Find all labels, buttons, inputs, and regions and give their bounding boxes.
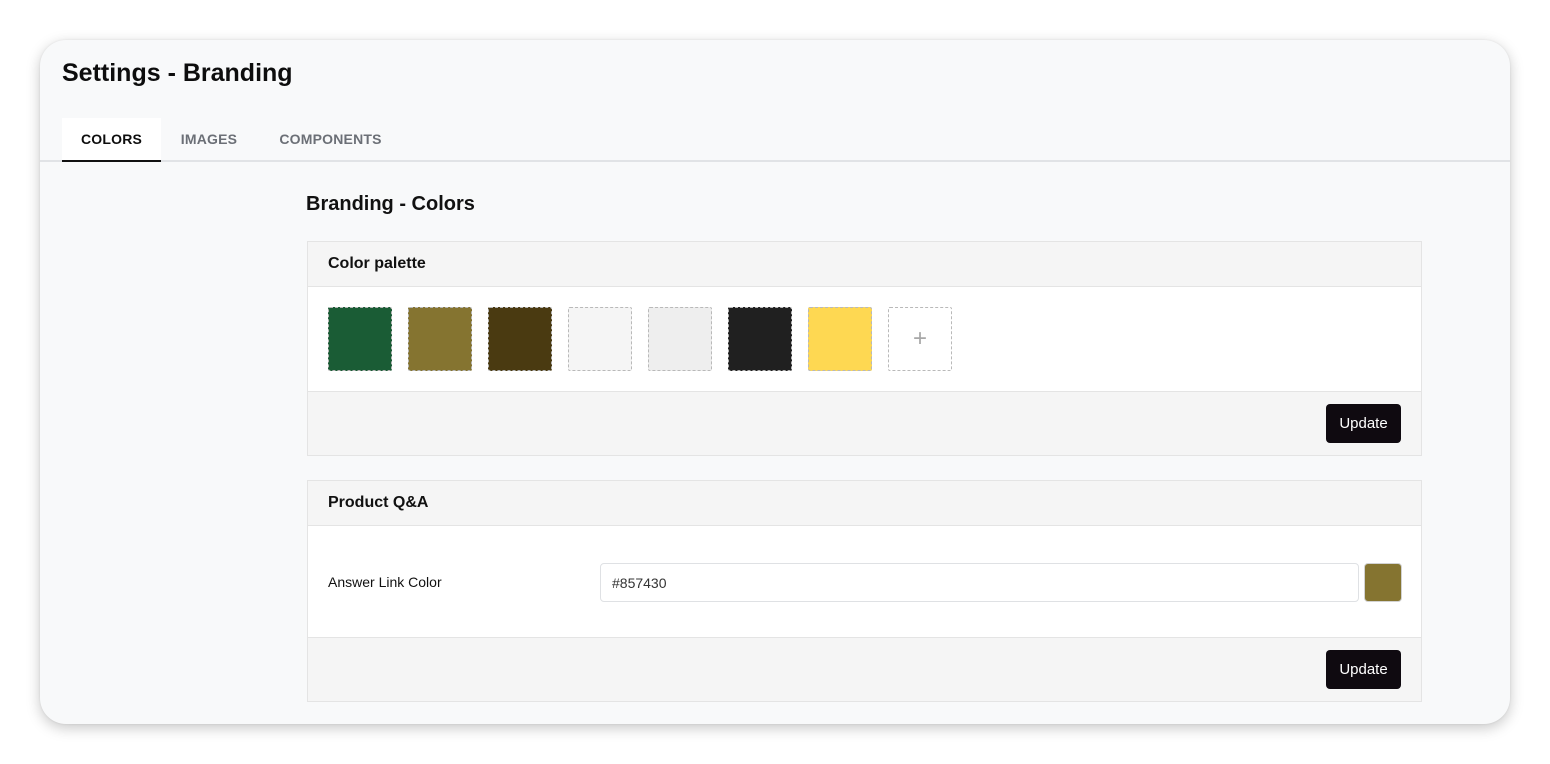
palette-update-button[interactable]: Update [1326, 404, 1401, 443]
answer-link-color-label: Answer Link Color [328, 574, 442, 590]
product-qa-footer: Update [308, 637, 1421, 701]
palette-swatch-6[interactable] [728, 307, 792, 371]
palette-swatch-3[interactable] [488, 307, 552, 371]
product-qa-header: Product Q&A [308, 481, 1421, 526]
plus-icon: + [912, 325, 927, 352]
color-palette-footer: Update [308, 391, 1421, 455]
palette-swatch-7[interactable] [808, 307, 872, 371]
palette-swatch-2[interactable] [408, 307, 472, 371]
palette-swatch-1[interactable] [328, 307, 392, 371]
tab-images[interactable]: IMAGES [170, 118, 248, 160]
tab-components[interactable]: COMPONENTS [268, 118, 393, 160]
color-palette-header: Color palette [308, 242, 1421, 287]
answer-link-color-swatch[interactable] [1364, 563, 1402, 602]
color-palette-card: Color palette + Update [307, 241, 1422, 456]
tab-bar: COLORS IMAGES COMPONENTS [40, 118, 1510, 162]
page-title: Settings - Branding [62, 59, 293, 87]
settings-window: Settings - Branding COLORS IMAGES COMPON… [40, 40, 1510, 724]
section-title: Branding - Colors [306, 193, 475, 215]
tab-colors[interactable]: COLORS [62, 118, 161, 162]
qa-update-button[interactable]: Update [1326, 650, 1401, 689]
answer-link-color-row: Answer Link Color [308, 563, 1421, 603]
palette-swatch-4[interactable] [568, 307, 632, 371]
product-qa-card: Product Q&A Answer Link Color Update [307, 480, 1422, 702]
palette-swatch-5[interactable] [648, 307, 712, 371]
add-color-button[interactable]: + [888, 307, 952, 371]
answer-link-color-input[interactable] [600, 563, 1359, 602]
